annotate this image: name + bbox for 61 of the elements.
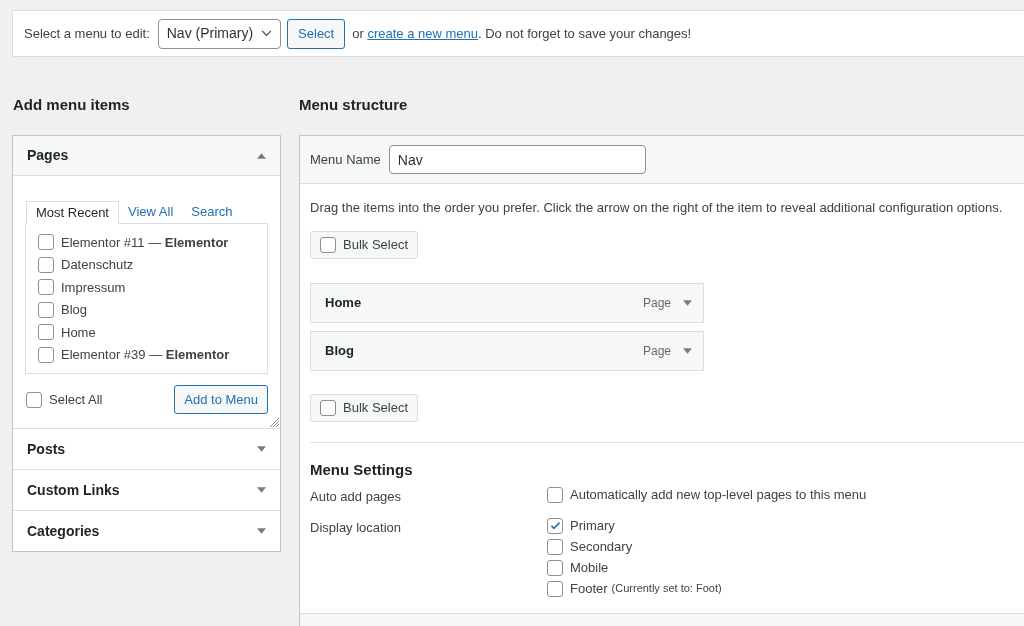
option-note: (Currently set to: Foot): [611, 581, 722, 597]
bulk-select-button[interactable]: Bulk Select: [310, 393, 419, 422]
resize-handle-icon[interactable]: [269, 417, 279, 427]
instruction-text: or create a new menu. Do not forget to save your changes!: [352, 24, 692, 43]
menu-name-field[interactable]: Nav: [388, 145, 646, 174]
caret-up-icon[interactable]: [257, 152, 266, 159]
checkbox[interactable]: [547, 517, 563, 534]
caret-down-icon[interactable]: [257, 446, 266, 452]
menu-item-bar[interactable]: Home Page: [310, 282, 704, 323]
menu-name-label: Menu Name: [310, 150, 381, 169]
checkbox[interactable]: [547, 559, 563, 576]
caret-down-icon[interactable]: [257, 487, 266, 493]
option-label: Primary: [570, 516, 615, 535]
create-menu-link[interactable]: create a new menu: [367, 25, 478, 41]
checkbox[interactable]: [38, 301, 54, 318]
checkbox[interactable]: [26, 391, 42, 408]
section-heading: Menu structure: [299, 95, 409, 115]
option-label: Secondary: [570, 537, 633, 556]
setting-label: Auto add pages: [310, 488, 403, 506]
checkbox[interactable]: [547, 487, 563, 503]
tab[interactable]: View All: [119, 200, 183, 223]
checkbox[interactable]: [320, 236, 336, 253]
section-heading: Add menu items: [13, 95, 131, 115]
option-label: Mobile: [570, 558, 609, 577]
select-button[interactable]: Select: [287, 18, 346, 49]
instructions-text: Drag the items into the order you prefer. Click the arrow on the right of the item to reveal additional configuration options.: [310, 199, 1004, 217]
add-to-menu-button[interactable]: Add to Menu: [174, 385, 268, 414]
page-label: Impressum: [61, 278, 126, 297]
select-menu-label: Select a menu to edit:: [24, 24, 150, 43]
tab[interactable]: Search: [182, 200, 242, 223]
menu-item-type: Page: [642, 342, 671, 360]
chevron-down-icon: [261, 30, 273, 37]
checkbox[interactable]: [38, 234, 54, 251]
caret-down-icon[interactable]: [683, 347, 692, 354]
page-label: Home: [61, 323, 96, 342]
menu-dropdown[interactable]: Nav (Primary): [157, 18, 282, 49]
caret-down-icon[interactable]: [683, 299, 692, 306]
tab[interactable]: Most Recent: [26, 201, 119, 224]
menu-item-type: Page: [642, 294, 671, 312]
menu-item-title: Blog: [325, 341, 355, 360]
option-label: Automatically add new top-level pages to this menu: [570, 486, 867, 505]
page-label: Elementor #11 — Elementor: [61, 233, 229, 252]
checkbox[interactable]: [547, 580, 563, 597]
settings-heading: Menu Settings: [310, 459, 414, 480]
menu-item-title: Home: [325, 293, 363, 312]
setting-label: Display location: [310, 518, 403, 537]
option-label: Footer: [570, 579, 608, 598]
checkbox[interactable]: [38, 346, 54, 363]
checkbox[interactable]: [38, 324, 54, 341]
checkbox[interactable]: [547, 538, 563, 555]
accordion-header[interactable]: Pages: [13, 136, 280, 176]
caret-down-icon[interactable]: [257, 528, 266, 534]
checkbox[interactable]: [38, 279, 54, 296]
page-label: Elementor #39 — Elementor: [61, 346, 230, 364]
page-label: Blog: [61, 301, 88, 319]
checkbox[interactable]: [38, 256, 54, 273]
page-label: Datenschutz: [61, 256, 134, 274]
select-all-label: Select All: [49, 390, 103, 409]
bulk-select-button[interactable]: Bulk Select: [310, 230, 419, 259]
checkbox[interactable]: [320, 399, 336, 416]
menu-item-bar[interactable]: Blog Page: [310, 330, 704, 371]
